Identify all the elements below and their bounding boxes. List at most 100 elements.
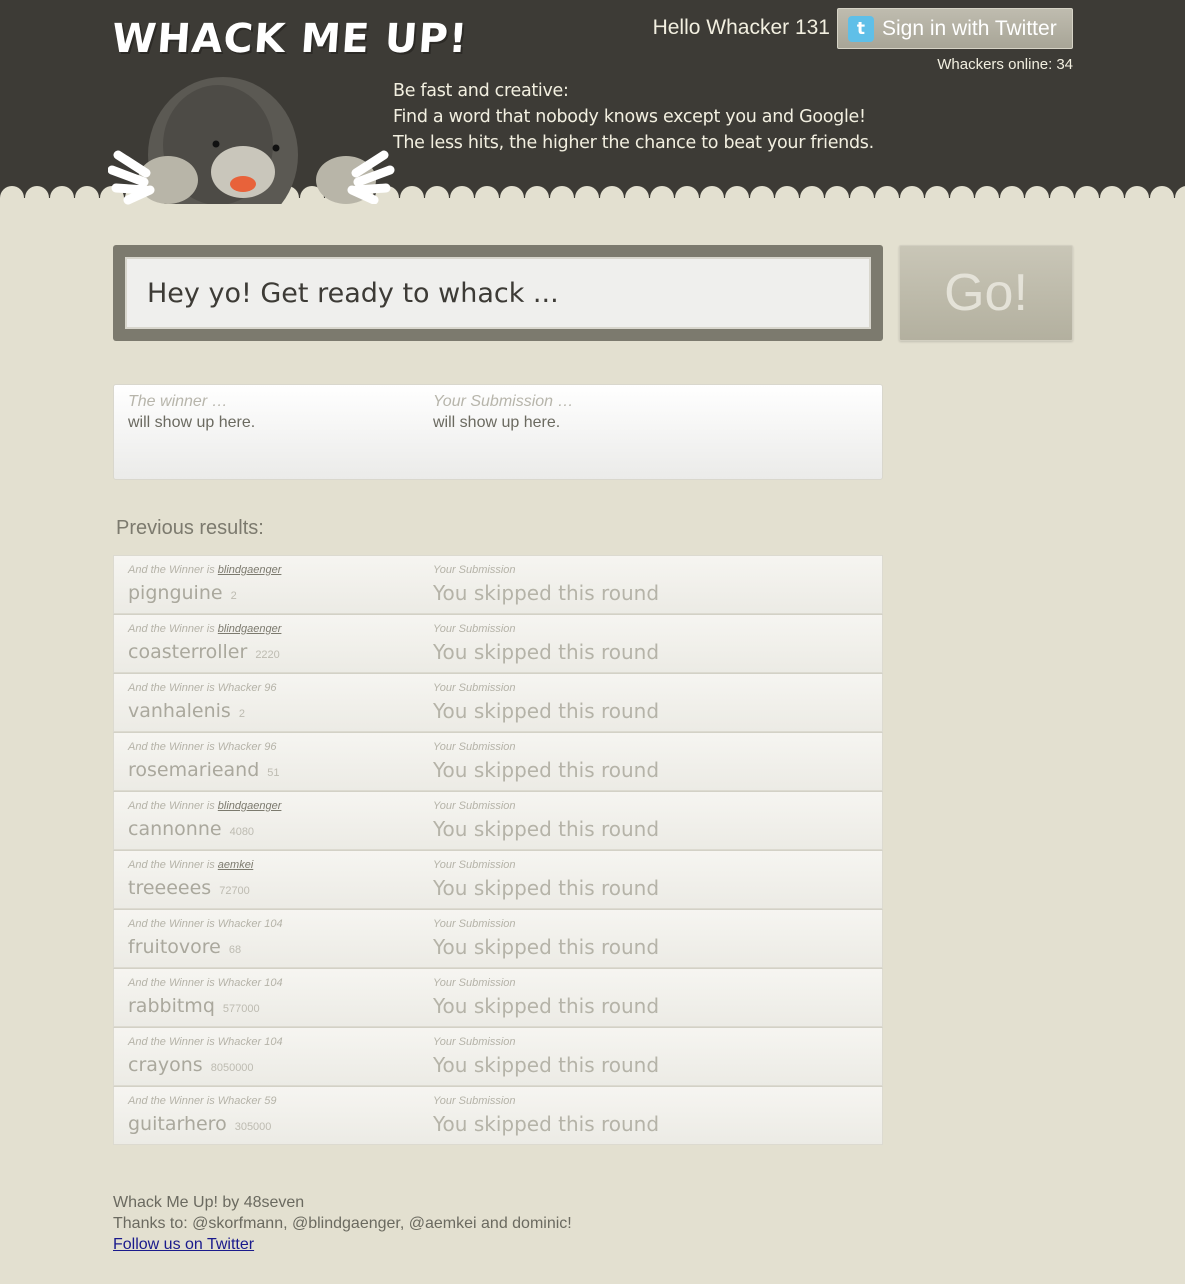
submission-label: Your Submission bbox=[433, 800, 516, 812]
site-logo[interactable]: WHACK ME UP! bbox=[110, 16, 469, 62]
hit-count: 8050000 bbox=[210, 1062, 254, 1074]
twitter-bird-icon: t bbox=[848, 15, 874, 42]
hit-count: 2 bbox=[238, 708, 245, 720]
result-row: And the Winner is Whacker 104 crayons 8050… bbox=[113, 1027, 883, 1086]
submission-value: You skipped this round bbox=[433, 876, 660, 900]
winner-prefix: And the Winner is bbox=[128, 741, 215, 753]
tagline-line: Be fast and creative: bbox=[393, 81, 569, 101]
mole-mascot-icon bbox=[108, 77, 395, 220]
winner-label: And the Winner is Whacker 104 bbox=[128, 977, 283, 989]
winning-word: cannonne 4080 bbox=[128, 818, 254, 840]
winning-word-text: rosemarieand bbox=[128, 759, 260, 781]
winning-word: treeeees 72700 bbox=[128, 877, 250, 899]
submission-value: You skipped this round bbox=[433, 581, 660, 605]
result-row: And the Winner is Whacker 104 rabbitmq 577… bbox=[113, 968, 883, 1027]
submission-value: You skipped this round bbox=[433, 699, 660, 723]
winning-word: rosemarieand 51 bbox=[128, 759, 280, 781]
winning-word: crayons 8050000 bbox=[128, 1054, 254, 1076]
follow-twitter-link[interactable]: Follow us on Twitter bbox=[113, 1236, 254, 1253]
winner-name: Whacker 59 bbox=[217, 1095, 277, 1107]
winning-word: rabbitmq 577000 bbox=[128, 995, 260, 1017]
winner-prefix: And the Winner is bbox=[128, 977, 215, 989]
submission-label: Your Submission bbox=[433, 977, 516, 989]
word-input[interactable] bbox=[125, 257, 871, 329]
winner-prefix: And the Winner is bbox=[128, 623, 215, 635]
result-row: And the Winner is Whacker 59 guitarhero 30… bbox=[113, 1086, 883, 1145]
current-winner: The winner … will show up here. bbox=[128, 393, 255, 432]
winner-label: And the Winner is Whacker 96 bbox=[128, 741, 277, 753]
winner-label: And the Winner is aemkei bbox=[128, 859, 253, 871]
winning-word: guitarhero 305000 bbox=[128, 1113, 271, 1135]
winner-name: Whacker 96 bbox=[217, 741, 277, 753]
submission-value: You skipped this round bbox=[433, 935, 660, 959]
site-footer: Whack Me Up! by 48seven Thanks to: @skor… bbox=[113, 1192, 572, 1255]
winner-name: Whacker 104 bbox=[217, 977, 283, 989]
winner-link[interactable]: blindgaenger bbox=[218, 800, 282, 812]
winner-prefix: And the Winner is bbox=[128, 1036, 215, 1048]
go-button[interactable]: Go! bbox=[899, 245, 1073, 341]
winning-word: vanhalenis 2 bbox=[128, 700, 245, 722]
online-counter: Whackers online: 34 bbox=[933, 56, 1073, 73]
winner-label: And the Winner is Whacker 104 bbox=[128, 918, 283, 930]
current-submission: Your Submission … will show up here. bbox=[433, 393, 574, 432]
winner-prefix: And the Winner is bbox=[128, 1095, 215, 1107]
winning-word-text: cannonne bbox=[128, 818, 222, 840]
previous-results-heading: Previous results: bbox=[116, 517, 264, 539]
winning-word-text: crayons bbox=[128, 1054, 203, 1076]
tagline-line: The less hits, the higher the chance to … bbox=[393, 133, 874, 153]
current-winner-label: The winner … bbox=[128, 393, 228, 410]
submission-value: You skipped this round bbox=[433, 1112, 660, 1136]
winner-link[interactable]: blindgaenger bbox=[218, 623, 282, 635]
winner-name: Whacker 96 bbox=[217, 682, 277, 694]
submission-label: Your Submission bbox=[433, 918, 516, 930]
hit-count: 68 bbox=[228, 944, 242, 956]
footer-credit: Whack Me Up! by 48seven bbox=[113, 1194, 305, 1211]
hit-count: 51 bbox=[267, 767, 280, 779]
result-row: And the Winner is blindgaenger cannonne 40… bbox=[113, 791, 883, 850]
winner-prefix: And the Winner is bbox=[128, 800, 215, 812]
winner-name: Whacker 104 bbox=[217, 918, 283, 930]
winning-word-text: guitarhero bbox=[128, 1113, 227, 1135]
winner-label: And the Winner is Whacker 96 bbox=[128, 682, 277, 694]
tagline-line: Find a word that nobody knows except you… bbox=[393, 107, 866, 127]
result-row: And the Winner is Whacker 96 vanhalenis 2 Y… bbox=[113, 673, 883, 732]
result-row: And the Winner is Whacker 96 rosemarieand… bbox=[113, 732, 883, 791]
submission-label: Your Submission bbox=[433, 1095, 516, 1107]
winner-label: And the Winner is Whacker 59 bbox=[128, 1095, 277, 1107]
hit-count: 72700 bbox=[219, 885, 250, 897]
footer-thanks: Thanks to: @skorfmann, @blindgaenger, @a… bbox=[113, 1215, 572, 1232]
hit-count: 2220 bbox=[255, 649, 280, 661]
winning-word: pignguine 2 bbox=[128, 582, 237, 604]
previous-results-list: And the Winner is blindgaenger pignguine 2… bbox=[113, 555, 883, 1145]
sign-in-twitter-button[interactable]: t Sign in with Twitter bbox=[837, 8, 1073, 49]
winning-word: coasterroller 2220 bbox=[128, 641, 280, 663]
hit-count: 305000 bbox=[234, 1121, 272, 1133]
winner-prefix: And the Winner is bbox=[128, 918, 215, 930]
winner-link[interactable]: aemkei bbox=[218, 859, 253, 871]
current-round-box: The winner … will show up here. Your Sub… bbox=[113, 384, 883, 480]
hit-count: 577000 bbox=[222, 1003, 260, 1015]
submission-label: Your Submission bbox=[433, 741, 516, 753]
submission-value: You skipped this round bbox=[433, 640, 660, 664]
hit-count: 4080 bbox=[229, 826, 255, 838]
submission-label: Your Submission bbox=[433, 859, 516, 871]
result-row: And the Winner is blindgaenger pignguine 2… bbox=[113, 555, 883, 614]
current-submission-label: Your Submission … bbox=[433, 393, 574, 410]
current-submission-value: will show up here. bbox=[433, 414, 561, 431]
winner-link[interactable]: blindgaenger bbox=[218, 564, 282, 576]
result-row: And the Winner is Whacker 104 fruitovore 6… bbox=[113, 909, 883, 968]
tagline: Be fast and creative: Find a word that n… bbox=[393, 78, 874, 156]
submission-label: Your Submission bbox=[433, 564, 516, 576]
winner-label: And the Winner is blindgaenger bbox=[128, 623, 281, 635]
submission-label: Your Submission bbox=[433, 1036, 516, 1048]
winning-word-text: fruitovore bbox=[128, 936, 221, 958]
winning-word: fruitovore 68 bbox=[128, 936, 241, 958]
online-count: 34 bbox=[1056, 56, 1073, 73]
submission-value: You skipped this round bbox=[433, 994, 660, 1018]
winning-word-text: pignguine bbox=[128, 582, 223, 604]
winner-label: And the Winner is blindgaenger bbox=[128, 564, 281, 576]
word-input-frame bbox=[113, 245, 883, 341]
submission-value: You skipped this round bbox=[433, 817, 660, 841]
submission-label: Your Submission bbox=[433, 682, 516, 694]
winner-label: And the Winner is blindgaenger bbox=[128, 800, 281, 812]
